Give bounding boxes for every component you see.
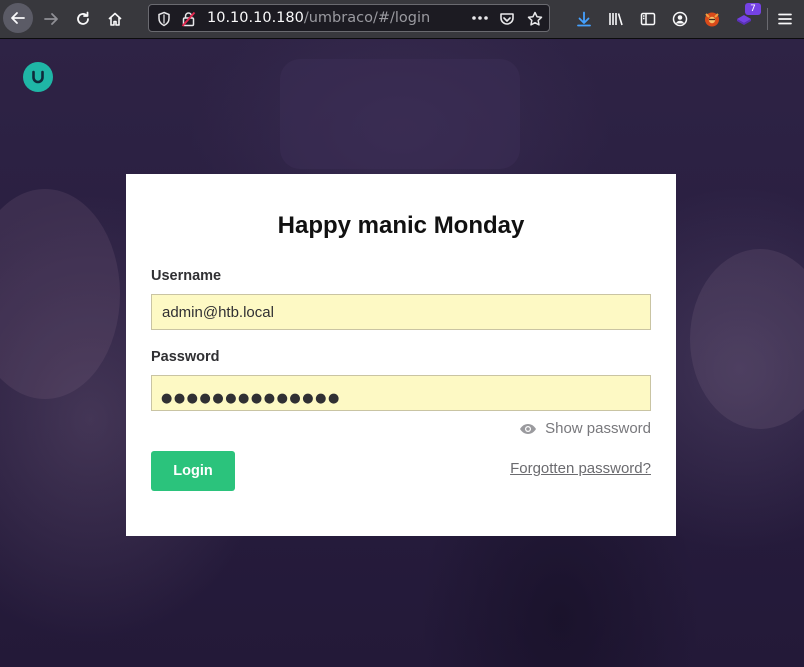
home-button[interactable] bbox=[100, 4, 130, 34]
username-label: Username bbox=[151, 268, 222, 284]
page-title: Happy manic Monday bbox=[277, 212, 525, 239]
bookmark-star-icon[interactable] bbox=[527, 11, 543, 27]
extension-badge: 7 bbox=[745, 3, 761, 15]
login-card: Happy manic Monday Username Password ●●●… bbox=[126, 174, 676, 536]
background-photo-shape bbox=[0, 189, 120, 399]
url-path: /umbraco/#/login bbox=[303, 10, 431, 26]
library-icon bbox=[609, 13, 623, 26]
reload-button[interactable] bbox=[68, 4, 98, 34]
account-button[interactable] bbox=[665, 4, 695, 34]
umbraco-u-icon bbox=[32, 70, 44, 84]
url-bar[interactable]: 10.10.10.180/umbraco/#/login bbox=[148, 4, 550, 32]
more-icon[interactable] bbox=[471, 15, 489, 21]
download-icon bbox=[577, 11, 591, 27]
url-host: 10.10.10.180 bbox=[207, 10, 304, 26]
downloads-button[interactable] bbox=[569, 4, 599, 34]
account-icon bbox=[672, 11, 688, 27]
background-photo-shape bbox=[280, 59, 520, 169]
forward-button[interactable] bbox=[36, 4, 66, 34]
show-password-label: Show password bbox=[545, 420, 651, 437]
show-password-toggle[interactable]: Show password bbox=[519, 420, 651, 437]
password-field[interactable] bbox=[151, 375, 651, 411]
forgotten-password-link[interactable]: Forgotten password? bbox=[510, 460, 651, 477]
home-icon bbox=[108, 12, 122, 26]
username-field[interactable] bbox=[151, 294, 651, 330]
pocket-icon[interactable] bbox=[499, 11, 515, 27]
library-button[interactable] bbox=[601, 4, 631, 34]
reload-icon bbox=[77, 11, 89, 25]
eye-icon bbox=[520, 423, 537, 434]
foxyproxy-button[interactable] bbox=[697, 4, 727, 34]
back-button[interactable] bbox=[3, 3, 33, 33]
background-photo-shape bbox=[690, 249, 804, 429]
url-text[interactable]: 10.10.10.180/umbraco/#/login bbox=[207, 10, 430, 26]
shield-icon[interactable] bbox=[157, 11, 171, 27]
insecure-lock-icon[interactable] bbox=[181, 11, 196, 27]
toolbar-separator bbox=[767, 8, 768, 30]
sidebar-icon bbox=[640, 12, 656, 26]
browser-toolbar: 10.10.10.180/umbraco/#/login 7 bbox=[0, 0, 804, 39]
password-label: Password bbox=[151, 349, 220, 365]
back-arrow-icon bbox=[11, 12, 25, 24]
login-button[interactable]: Login bbox=[151, 451, 235, 491]
login-page-background: Happy manic Monday Username Password ●●●… bbox=[0, 39, 804, 667]
sidebar-button[interactable] bbox=[633, 4, 663, 34]
menu-icon bbox=[778, 13, 792, 25]
forward-arrow-icon bbox=[44, 13, 58, 25]
foxyproxy-icon bbox=[705, 12, 719, 27]
umbraco-logo[interactable] bbox=[23, 62, 53, 92]
menu-button[interactable] bbox=[770, 4, 800, 34]
